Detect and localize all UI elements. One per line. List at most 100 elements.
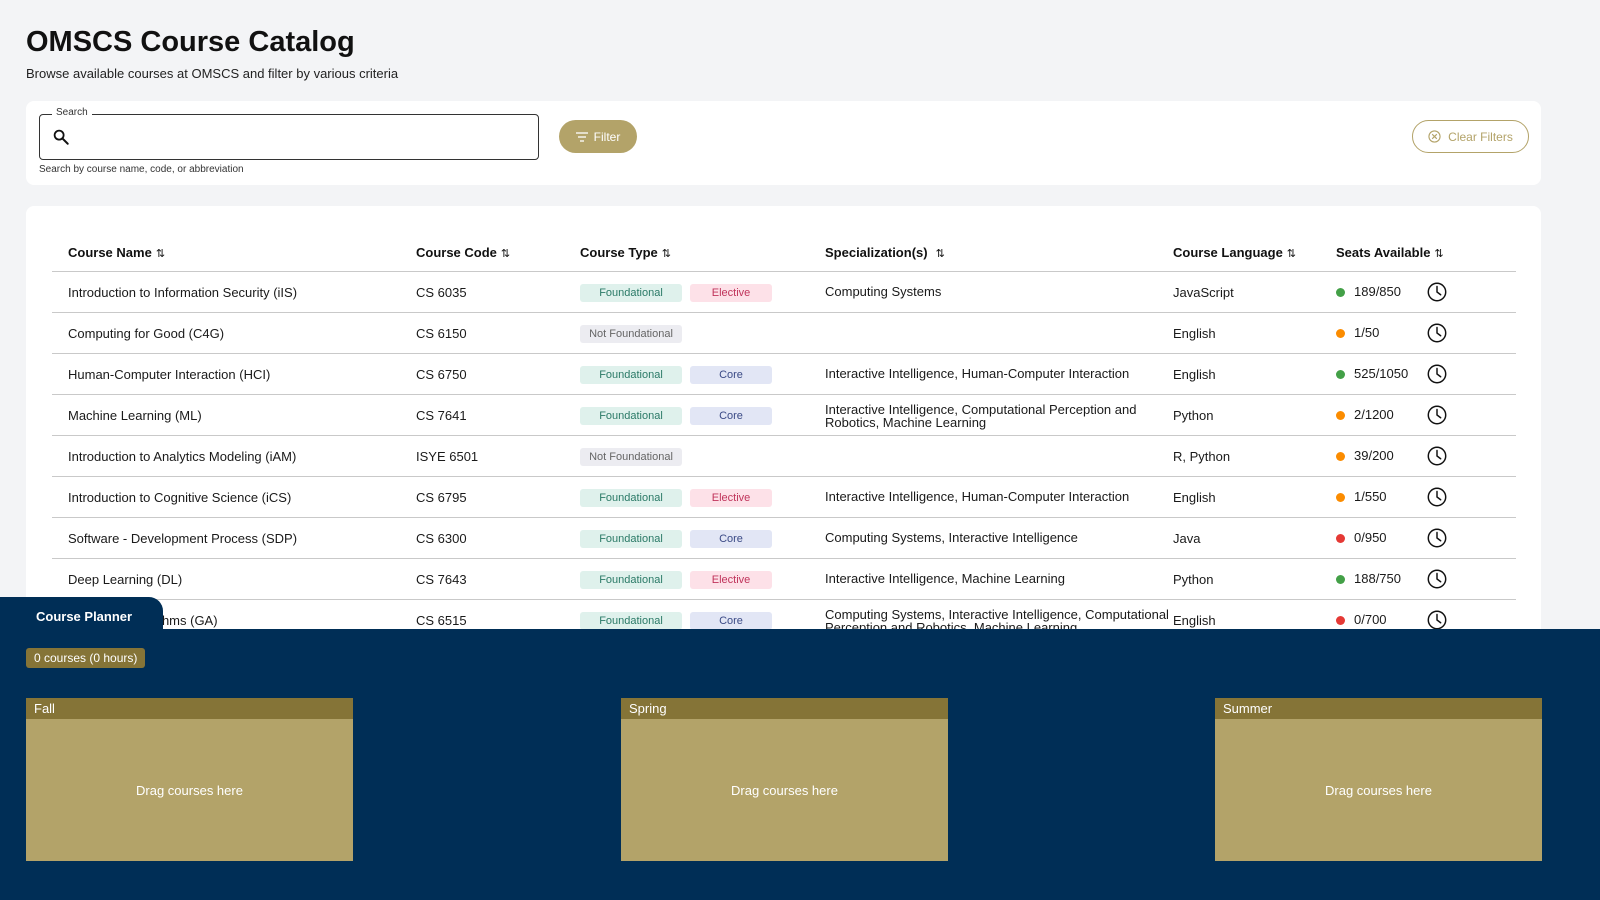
course-type-badge: Foundational bbox=[580, 489, 682, 507]
course-code: CS 7641 bbox=[416, 408, 467, 423]
history-clock-icon[interactable] bbox=[1426, 527, 1448, 549]
course-code: CS 6150 bbox=[416, 326, 467, 341]
course-specializations: Interactive Intelligence, Human-Computer… bbox=[825, 366, 1130, 381]
column-header-course-language[interactable]: Course Language ⇅ bbox=[1173, 245, 1296, 260]
seat-status-dot bbox=[1336, 329, 1345, 338]
course-category-badge: Elective bbox=[690, 284, 772, 302]
column-header-specializations[interactable]: Specialization(s) ⇅ bbox=[825, 245, 945, 260]
course-specializations: Interactive Intelligence, Machine Learni… bbox=[825, 571, 1065, 586]
course-language: Python bbox=[1173, 572, 1214, 587]
course-type-badge: Not Foundational bbox=[580, 325, 682, 343]
sort-icon: ⇅ bbox=[661, 248, 671, 260]
table-row[interactable]: Human-Computer Interaction (HCI) CS 6750 F… bbox=[52, 354, 1516, 395]
search-label: Search bbox=[52, 107, 92, 118]
seats-available: 0/700 bbox=[1354, 612, 1387, 627]
seats-available: 1/550 bbox=[1354, 489, 1387, 504]
filter-lines-icon bbox=[575, 131, 588, 142]
semester-title: Fall bbox=[26, 698, 353, 719]
course-code: CS 6750 bbox=[416, 367, 467, 382]
planner-course-count-badge: 0 courses (0 hours) bbox=[26, 648, 146, 668]
semester-fall[interactable]: Fall Drag courses here bbox=[26, 698, 353, 861]
course-language: English bbox=[1173, 613, 1216, 628]
course-code: CS 7643 bbox=[416, 572, 467, 587]
seat-status-dot bbox=[1336, 493, 1345, 502]
course-type-badge: Foundational bbox=[580, 284, 682, 302]
sort-icon: ⇅ bbox=[1434, 248, 1444, 260]
course-category-badge: Core bbox=[690, 366, 772, 384]
course-language: Python bbox=[1173, 408, 1214, 423]
sort-icon: ⇅ bbox=[1286, 248, 1297, 260]
column-header-seats-available[interactable]: Seats Available ⇅ bbox=[1336, 245, 1444, 260]
semester-drop-zone[interactable]: Drag courses here bbox=[26, 719, 353, 861]
history-clock-icon[interactable] bbox=[1426, 322, 1448, 344]
page-title: OMSCS Course Catalog bbox=[26, 26, 355, 58]
seats-available: 0/950 bbox=[1354, 530, 1387, 545]
table-row[interactable]: Software - Development Process (SDP) CS 6… bbox=[52, 518, 1516, 559]
course-category-badge: Core bbox=[690, 612, 772, 630]
table-row[interactable]: Machine Learning (ML) CS 7641 Foundational… bbox=[52, 395, 1516, 436]
course-code: CS 6300 bbox=[416, 531, 467, 546]
course-name: Introduction to Information Security (iI… bbox=[68, 285, 298, 300]
sort-icon: ⇅ bbox=[500, 248, 511, 260]
history-clock-icon[interactable] bbox=[1426, 281, 1448, 303]
course-specializations: Interactive Intelligence, Computational … bbox=[825, 402, 1137, 430]
table-row[interactable]: Computing for Good (C4G) CS 6150 Not Found… bbox=[52, 313, 1516, 354]
history-clock-icon[interactable] bbox=[1426, 363, 1448, 385]
search-input[interactable] bbox=[80, 123, 520, 151]
table-row[interactable]: Introduction to Information Security (iI… bbox=[52, 272, 1516, 313]
history-clock-icon[interactable] bbox=[1426, 486, 1448, 508]
table-row[interactable]: Introduction to Analytics Modeling (iAM)… bbox=[52, 436, 1516, 477]
course-language: English bbox=[1173, 490, 1216, 505]
semester-title: Summer bbox=[1215, 698, 1542, 719]
semester-drop-zone[interactable]: Drag courses here bbox=[1215, 719, 1542, 861]
semester-title: Spring bbox=[621, 698, 948, 719]
history-clock-icon[interactable] bbox=[1426, 445, 1448, 467]
seat-status-dot bbox=[1336, 288, 1345, 297]
course-type-badge: Foundational bbox=[580, 530, 682, 548]
filter-button-label: Filter bbox=[593, 129, 621, 144]
seats-available: 1/50 bbox=[1354, 325, 1380, 340]
seat-status-dot bbox=[1336, 575, 1345, 584]
seat-status-dot bbox=[1336, 411, 1345, 420]
course-category-badge: Elective bbox=[690, 571, 772, 589]
table-header: Course Name ⇅ Course Code ⇅ Course Type ⇅ S… bbox=[52, 238, 1516, 272]
course-code: ISYE 6501 bbox=[416, 449, 479, 464]
search-field[interactable]: Search bbox=[39, 107, 539, 160]
course-table: Course Name ⇅ Course Code ⇅ Course Type ⇅ S… bbox=[26, 206, 1541, 646]
column-header-course-type[interactable]: Course Type ⇅ bbox=[580, 245, 671, 260]
course-type-badge: Foundational bbox=[580, 366, 682, 384]
circle-x-icon bbox=[1428, 130, 1441, 143]
sort-icon: ⇅ bbox=[155, 248, 166, 260]
history-clock-icon[interactable] bbox=[1426, 568, 1448, 590]
history-clock-icon[interactable] bbox=[1426, 609, 1448, 631]
clear-filters-button[interactable]: Clear Filters bbox=[1412, 120, 1529, 153]
column-header-course-name[interactable]: Course Name ⇅ bbox=[68, 245, 165, 260]
seats-available: 2/1200 bbox=[1354, 407, 1394, 422]
seat-status-dot bbox=[1336, 534, 1345, 543]
course-category-badge: Core bbox=[690, 407, 772, 425]
course-name: Software - Development Process (SDP) bbox=[68, 531, 298, 546]
table-row[interactable]: Deep Learning (DL) CS 7643 Foundational Ele… bbox=[52, 559, 1516, 600]
course-name: Deep Learning (DL) bbox=[68, 572, 183, 587]
course-type-badge: Foundational bbox=[580, 407, 682, 425]
semester-drop-zone[interactable]: Drag courses here bbox=[621, 719, 948, 861]
course-language: JavaScript bbox=[1173, 285, 1234, 300]
filter-button[interactable]: Filter bbox=[559, 120, 637, 153]
course-name: Machine Learning (ML) bbox=[68, 408, 202, 423]
history-clock-icon[interactable] bbox=[1426, 404, 1448, 426]
table-row[interactable]: Introduction to Cognitive Science (iCS) C… bbox=[52, 477, 1516, 518]
semester-summer[interactable]: Summer Drag courses here bbox=[1215, 698, 1542, 861]
course-planner-tab[interactable]: Course Planner bbox=[0, 597, 163, 631]
column-header-course-code[interactable]: Course Code ⇅ bbox=[416, 245, 510, 260]
course-name: Computing for Good (C4G) bbox=[68, 326, 225, 341]
course-category-badge: Core bbox=[690, 530, 772, 548]
semester-spring[interactable]: Spring Drag courses here bbox=[621, 698, 948, 861]
search-icon bbox=[53, 129, 69, 145]
page-subtitle: Browse available courses at OMSCS and fi… bbox=[26, 66, 399, 81]
course-language: English bbox=[1173, 326, 1216, 341]
course-language: English bbox=[1173, 367, 1216, 382]
seats-available: 188/750 bbox=[1354, 571, 1401, 586]
course-type-badge: Foundational bbox=[580, 571, 682, 589]
seat-status-dot bbox=[1336, 370, 1345, 379]
course-code: CS 6515 bbox=[416, 613, 467, 628]
